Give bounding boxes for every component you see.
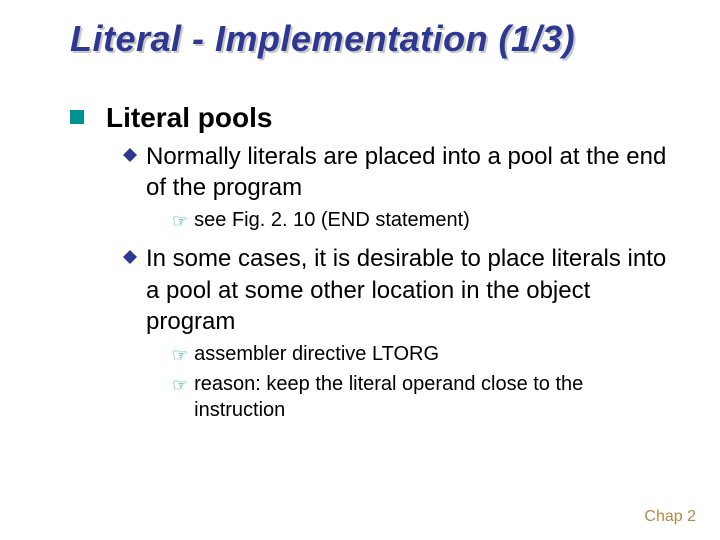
slide: Literal - Implementation (1/3) Literal p…	[0, 0, 720, 540]
bullet-lvl3: ☞ see Fig. 2. 10 (END statement)	[172, 207, 670, 233]
slide-body: Literal pools Normally literals are plac…	[70, 100, 670, 423]
footer-chapter: Chap 2	[644, 508, 696, 526]
lvl1-text: Literal pools	[106, 100, 272, 135]
square-bullet-icon	[70, 110, 84, 124]
lvl2-text: In some cases, it is desirable to place …	[146, 243, 670, 337]
lvl2-text: Normally literals are placed into a pool…	[146, 141, 670, 203]
bullet-lvl2: In some cases, it is desirable to place …	[122, 243, 670, 337]
pointer-bullet-icon: ☞	[172, 345, 188, 366]
pointer-bullet-icon: ☞	[172, 211, 188, 232]
bullet-lvl1: Literal pools	[70, 100, 670, 135]
diamond-bullet-icon	[122, 249, 138, 265]
bullet-lvl3: ☞ reason: keep the literal operand close…	[172, 371, 670, 423]
bullet-lvl2: Normally literals are placed into a pool…	[122, 141, 670, 203]
bullet-lvl3: ☞ assembler directive LTORG	[172, 341, 670, 367]
diamond-bullet-icon	[122, 147, 138, 163]
lvl3-text: see Fig. 2. 10 (END statement)	[194, 207, 470, 233]
lvl3-text: assembler directive LTORG	[194, 341, 439, 367]
slide-title: Literal - Implementation (1/3)	[70, 18, 680, 60]
pointer-bullet-icon: ☞	[172, 375, 188, 396]
lvl3-text: reason: keep the literal operand close t…	[194, 371, 670, 423]
